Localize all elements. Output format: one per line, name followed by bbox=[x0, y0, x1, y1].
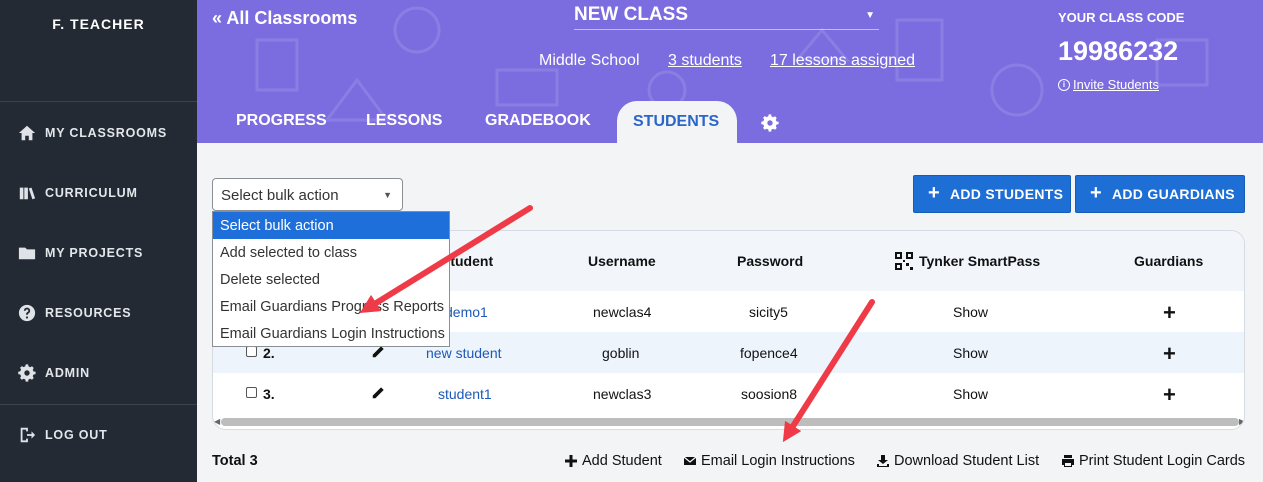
home-icon bbox=[18, 125, 36, 141]
invite-students-label: Invite Students bbox=[1073, 77, 1159, 92]
folder-icon bbox=[18, 247, 36, 260]
add-students-label: ADD STUDENTS bbox=[949, 186, 1064, 202]
student-name-link[interactable]: demo1 bbox=[445, 304, 488, 320]
scroll-left-icon[interactable]: ◀ bbox=[214, 417, 220, 426]
download-icon bbox=[877, 455, 889, 467]
teacher-name: F. TEACHER bbox=[0, 0, 197, 102]
class-code-value: 19986232 bbox=[1058, 36, 1179, 66]
envelope-icon bbox=[683, 456, 697, 465]
edit-pencil-icon[interactable] bbox=[371, 386, 385, 400]
add-guardian-plus-icon[interactable]: + bbox=[1163, 300, 1176, 326]
smartpass-show-link[interactable]: Show bbox=[953, 345, 988, 361]
download-student-list-link[interactable]: Download Student List bbox=[876, 453, 1039, 469]
add-student-label: Add Student bbox=[582, 453, 662, 469]
sidebar-item-admin[interactable]: ADMIN bbox=[0, 353, 197, 393]
row-number: 2. bbox=[263, 345, 275, 361]
sidebar-item-log-out[interactable]: LOG OUT bbox=[0, 415, 197, 455]
chevron-down-icon: ▼ bbox=[383, 190, 392, 200]
sidebar-item-my-projects[interactable]: MY PROJECTS bbox=[0, 233, 197, 273]
email-login-instructions-link[interactable]: Email Login Instructions bbox=[683, 453, 855, 469]
column-smartpass[interactable]: Tynker SmartPass bbox=[919, 253, 1040, 269]
email-login-label: Email Login Instructions bbox=[701, 453, 855, 469]
smartpass-show-link[interactable]: Show bbox=[953, 304, 988, 320]
bulk-action-dropdown: Select bulk action Add selected to class… bbox=[212, 211, 450, 347]
settings-gear-icon[interactable] bbox=[761, 114, 779, 132]
column-guardians[interactable]: Guardians bbox=[1134, 253, 1203, 269]
bulk-option-email-login[interactable]: Email Guardians Login Instructions bbox=[213, 320, 449, 347]
print-login-cards-link[interactable]: Print Student Login Cards bbox=[1061, 453, 1245, 469]
row-number: 3. bbox=[263, 386, 275, 402]
sidebar-item-label: LOG OUT bbox=[45, 428, 108, 442]
sidebar-item-label: RESOURCES bbox=[45, 306, 132, 320]
sidebar-item-label: ADMIN bbox=[45, 366, 90, 380]
class-header: « All Classrooms NEW CLASS ▼ Middle Scho… bbox=[197, 0, 1263, 143]
download-list-label: Download Student List bbox=[894, 453, 1040, 469]
print-cards-label: Print Student Login Cards bbox=[1079, 453, 1246, 469]
info-icon: i bbox=[1058, 78, 1070, 91]
class-select[interactable]: NEW CLASS ▼ bbox=[574, 4, 879, 30]
plus-icon: + bbox=[1090, 181, 1102, 204]
tab-gradebook[interactable]: GRADEBOOK bbox=[485, 112, 591, 130]
books-icon bbox=[19, 187, 36, 200]
student-name-link[interactable]: student1 bbox=[438, 386, 492, 402]
bulk-action-select[interactable]: Select bulk action ▼ bbox=[212, 178, 403, 211]
sidebar-item-curriculum[interactable]: CURRICULUM bbox=[0, 173, 197, 213]
bulk-action-value: Select bulk action bbox=[221, 187, 339, 204]
lessons-assigned-link[interactable]: 17 lessons assigned bbox=[770, 52, 915, 70]
qr-code-icon bbox=[895, 252, 913, 270]
add-student-link[interactable]: Add Student bbox=[564, 453, 662, 469]
edit-pencil-icon[interactable] bbox=[371, 345, 385, 359]
sidebar: F. TEACHER MY CLASSROOMS CURRICULUM MY P… bbox=[0, 0, 197, 482]
student-username: newclas3 bbox=[593, 386, 652, 402]
row-checkbox[interactable] bbox=[246, 346, 257, 357]
bulk-option-email-progress[interactable]: Email Guardians Progress Reports bbox=[213, 293, 449, 320]
bulk-option-select[interactable]: Select bulk action bbox=[213, 212, 449, 239]
sidebar-item-label: MY PROJECTS bbox=[45, 246, 144, 260]
total-count: Total 3 bbox=[212, 453, 258, 469]
table-row: 3. student1 newclas3 soosion8 Show + bbox=[213, 373, 1244, 414]
tab-lessons[interactable]: LESSONS bbox=[366, 112, 442, 130]
smartpass-show-link[interactable]: Show bbox=[953, 386, 988, 402]
add-guardian-plus-icon[interactable]: + bbox=[1163, 341, 1176, 367]
column-password[interactable]: Password bbox=[737, 253, 803, 269]
class-level: Middle School bbox=[539, 52, 640, 69]
bulk-option-delete[interactable]: Delete selected bbox=[213, 266, 449, 293]
gear-icon bbox=[18, 364, 36, 382]
sidebar-item-resources[interactable]: RESOURCES bbox=[0, 293, 197, 333]
tab-students[interactable]: STUDENTS bbox=[617, 101, 737, 143]
printer-icon bbox=[1062, 455, 1074, 467]
plus-icon: + bbox=[928, 181, 940, 204]
chevron-down-icon: ▼ bbox=[865, 10, 875, 21]
class-code-label: YOUR CLASS CODE bbox=[1058, 10, 1185, 25]
students-count-link[interactable]: 3 students bbox=[668, 52, 742, 70]
add-guardian-plus-icon[interactable]: + bbox=[1163, 382, 1176, 408]
invite-students-link[interactable]: i Invite Students bbox=[1058, 77, 1159, 92]
student-name-link[interactable]: new student bbox=[426, 345, 502, 361]
all-classrooms-link[interactable]: « All Classrooms bbox=[212, 8, 357, 29]
question-icon bbox=[18, 304, 36, 322]
add-guardians-button[interactable]: + ADD GUARDIANS bbox=[1075, 175, 1245, 213]
bulk-option-add-to-class[interactable]: Add selected to class bbox=[213, 239, 449, 266]
sidebar-item-label: CURRICULUM bbox=[45, 186, 138, 200]
sidebar-divider bbox=[0, 404, 197, 405]
plus-icon bbox=[565, 455, 577, 467]
row-checkbox[interactable] bbox=[246, 387, 257, 398]
tab-progress[interactable]: PROGRESS bbox=[236, 112, 327, 130]
class-name: NEW CLASS bbox=[574, 4, 688, 25]
student-username: goblin bbox=[602, 345, 640, 361]
student-password: fopence4 bbox=[740, 345, 798, 361]
add-students-button[interactable]: + ADD STUDENTS bbox=[913, 175, 1071, 213]
student-password: sicity5 bbox=[749, 304, 788, 320]
logout-icon bbox=[20, 427, 36, 443]
column-username[interactable]: Username bbox=[588, 253, 656, 269]
sidebar-item-my-classrooms[interactable]: MY CLASSROOMS bbox=[0, 113, 197, 153]
add-guardians-label: ADD GUARDIANS bbox=[1111, 186, 1235, 202]
sidebar-item-label: MY CLASSROOMS bbox=[45, 126, 167, 140]
scroll-right-icon[interactable]: ▶ bbox=[1239, 417, 1244, 426]
tab-students-label: STUDENTS bbox=[633, 113, 720, 130]
horizontal-scrollbar[interactable] bbox=[221, 418, 1239, 426]
student-username: newclas4 bbox=[593, 304, 652, 320]
student-password: soosion8 bbox=[741, 386, 798, 402]
